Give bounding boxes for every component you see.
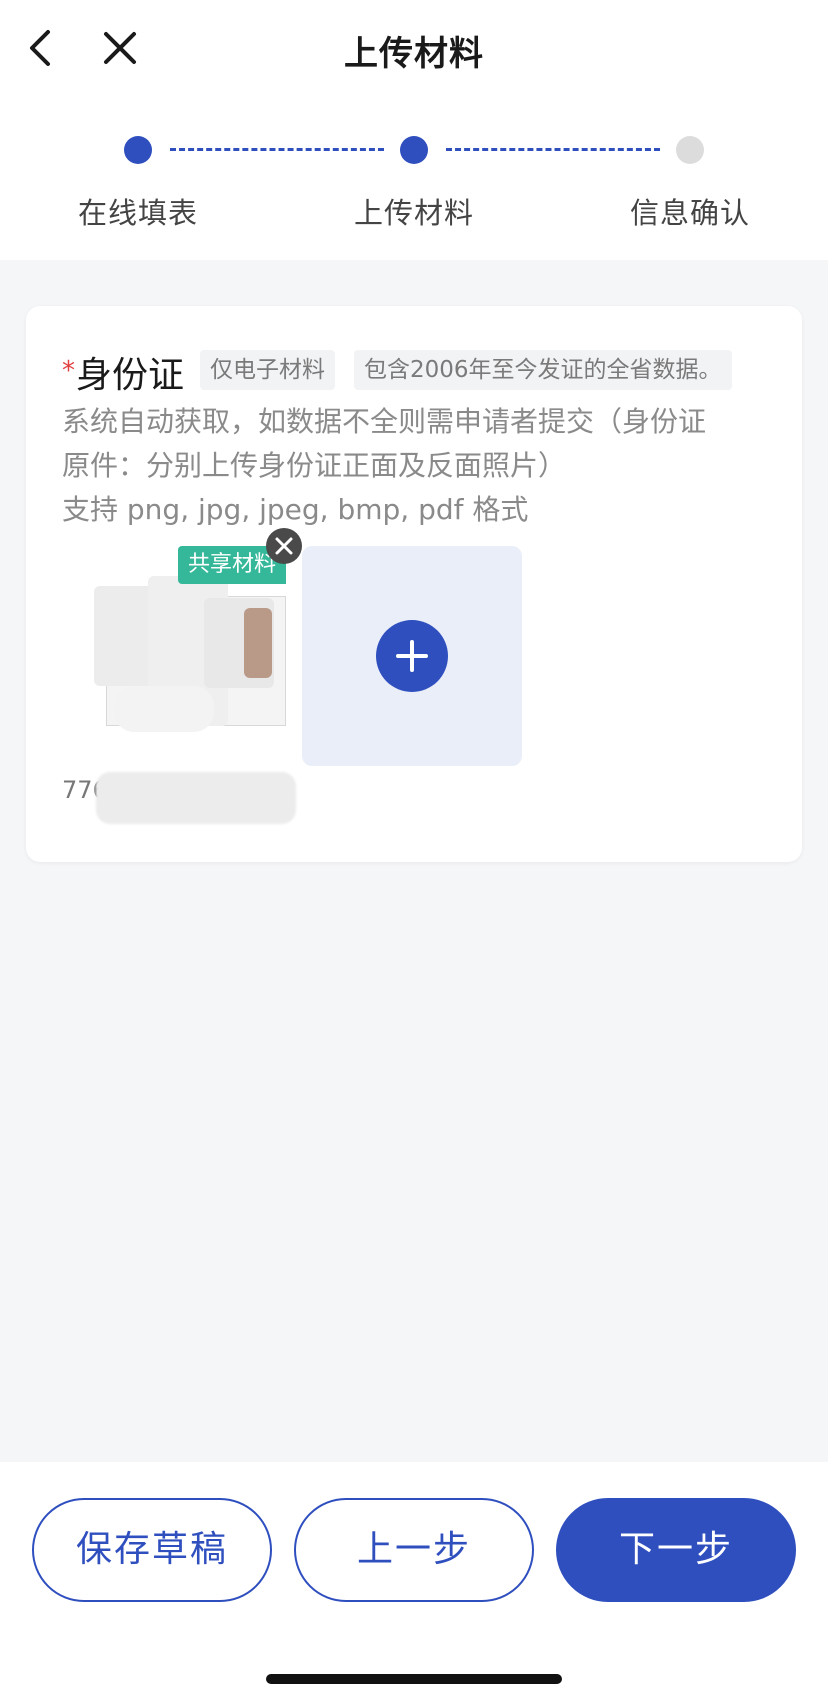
next-step-button[interactable]: 下一步 bbox=[556, 1498, 796, 1602]
required-mark: * bbox=[62, 356, 75, 386]
material-desc-line2: 原件：分别上传身份证正面及反面照片） bbox=[62, 449, 567, 482]
save-draft-button[interactable]: 保存草稿 bbox=[32, 1498, 272, 1602]
material-card: * 身份证 仅电子材料 包含2006年至今发证的全省数据。 系统自动获取，如数据… bbox=[26, 306, 802, 862]
step-connector-1 bbox=[170, 148, 384, 151]
add-file-button[interactable] bbox=[302, 546, 522, 766]
file-name-redacted bbox=[96, 772, 296, 824]
step-dot-3 bbox=[676, 136, 704, 164]
remove-file-icon[interactable] bbox=[266, 528, 302, 564]
material-desc-line1: 系统自动获取，如数据不全则需申请者提交（身份证 bbox=[62, 405, 707, 438]
upload-materials-page: 上传材料 在线填表 上传材料 信息确认 * 身份证 仅电子材料 包含2006年至… bbox=[0, 0, 828, 1700]
bottom-action-bar: 保存草稿 上一步 下一步 bbox=[0, 1462, 828, 1700]
previous-step-button[interactable]: 上一步 bbox=[294, 1498, 534, 1602]
step-connector-2 bbox=[446, 148, 660, 151]
tag-electronic-only: 仅电子材料 bbox=[200, 350, 335, 390]
material-title: 身份证 bbox=[76, 355, 185, 396]
home-indicator bbox=[266, 1674, 562, 1684]
tag-data-scope: 包含2006年至今发证的全省数据。 bbox=[354, 350, 732, 390]
header: 上传材料 在线填表 上传材料 信息确认 bbox=[0, 0, 828, 260]
step-label-upload: 上传材料 bbox=[353, 196, 474, 230]
step-label-confirm: 信息确认 bbox=[629, 196, 750, 230]
plus-icon bbox=[376, 620, 448, 692]
step-dot-2 bbox=[400, 136, 428, 164]
step-label-fill-form: 在线填表 bbox=[77, 196, 198, 230]
step-dot-1 bbox=[124, 136, 152, 164]
page-title: 上传材料 bbox=[344, 34, 484, 74]
supported-formats: 支持 png, jpg, jpeg, bmp, pdf 格式 bbox=[62, 493, 529, 526]
